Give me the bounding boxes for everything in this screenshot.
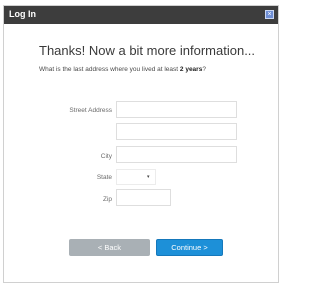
dialog-title: Log In [9, 9, 36, 19]
close-icon[interactable]: × [265, 10, 274, 19]
street-address-input[interactable] [116, 101, 237, 118]
chevron-down-icon: ▾ [147, 174, 150, 180]
street-address-label: Street Address [69, 107, 112, 114]
question-text: What is the last address where you lived… [39, 66, 180, 73]
address-question: What is the last address where you lived… [39, 66, 206, 73]
page-heading: Thanks! Now a bit more information... [39, 43, 256, 58]
state-select[interactable]: ▾ [116, 169, 156, 185]
city-input[interactable] [116, 146, 237, 163]
street-address-line2-input[interactable] [116, 123, 237, 140]
question-suffix: ? [202, 66, 206, 73]
zip-input[interactable] [116, 189, 171, 206]
question-emphasis: 2 years [179, 66, 203, 73]
dialog-titlebar: Log In × [4, 6, 278, 24]
zip-label: Zip [102, 196, 112, 203]
state-label: State [96, 174, 112, 181]
city-label: City [100, 153, 112, 160]
back-button[interactable]: < Back [69, 239, 150, 256]
continue-button[interactable]: Continue > [156, 239, 223, 256]
login-dialog: Log In × Thanks! Now a bit more informat… [3, 5, 279, 283]
